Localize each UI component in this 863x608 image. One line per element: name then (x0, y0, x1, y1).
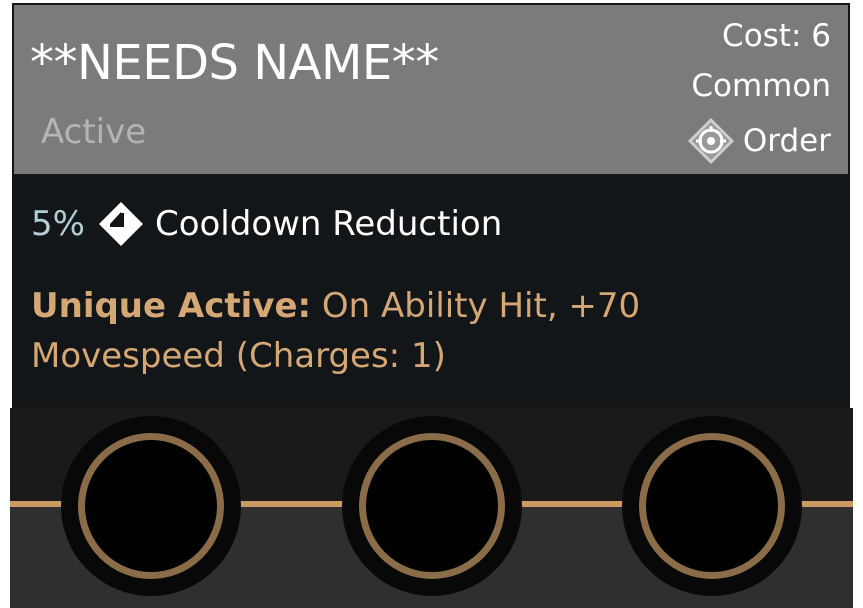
effect-description: Unique Active: On Ability Hit, +70 Moves… (31, 281, 841, 381)
item-tooltip-card: **NEEDS NAME** Active Cost: 6 Common Ord… (12, 3, 850, 408)
item-cost: Cost: 6 (722, 18, 831, 54)
item-slot-1[interactable] (61, 416, 241, 596)
item-category-label: Order (742, 123, 831, 159)
item-header: **NEEDS NAME** Active Cost: 6 Common Ord… (14, 5, 848, 174)
socket-bar (10, 408, 853, 608)
item-slot-3[interactable] (622, 416, 802, 596)
item-rarity: Common (691, 68, 831, 104)
slot-ring (639, 433, 785, 579)
stat-label: Cooldown Reduction (154, 204, 503, 244)
clock-icon (98, 202, 143, 246)
item-category: Order (687, 118, 831, 164)
stat-row: 5% Cooldown Reduction (31, 200, 502, 248)
effect-lead: Unique Active: (31, 286, 312, 326)
stat-value: 5% (31, 204, 85, 244)
slot-ring (78, 433, 224, 579)
item-type: Active (41, 112, 147, 152)
slot-ring (359, 433, 505, 579)
item-name: **NEEDS NAME** (30, 35, 439, 91)
order-emblem-icon (687, 118, 734, 164)
item-slot-2[interactable] (342, 416, 522, 596)
